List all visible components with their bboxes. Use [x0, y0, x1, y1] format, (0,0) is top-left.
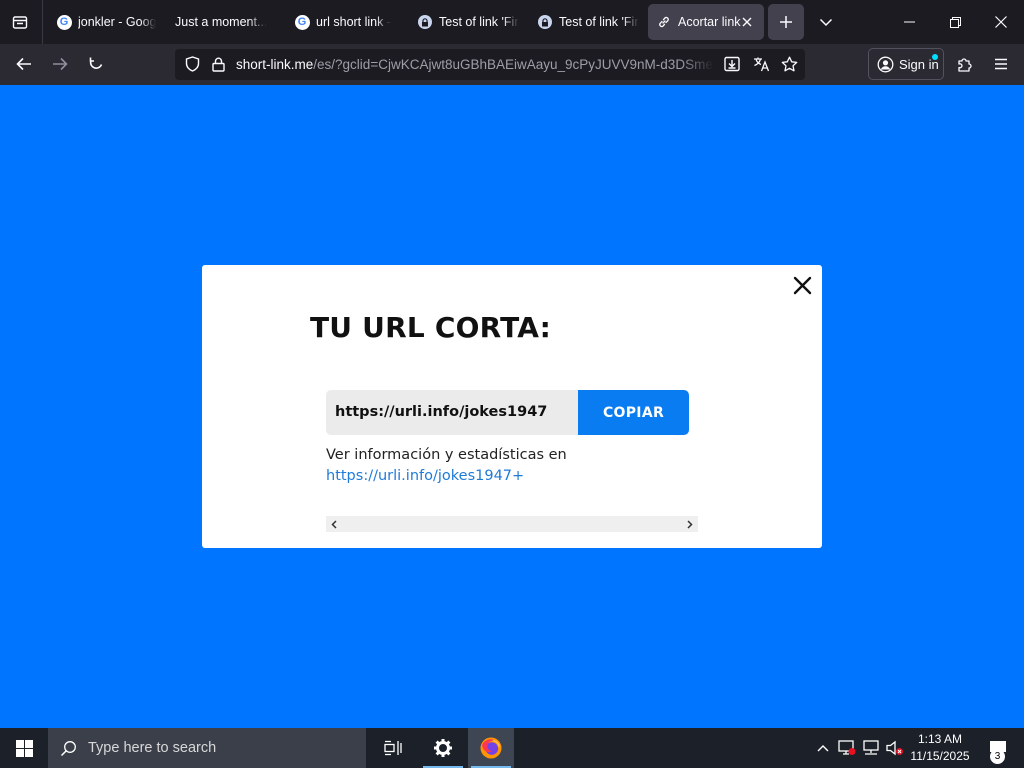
scroll-left-arrow-icon[interactable]: [326, 516, 342, 532]
show-hidden-icons-button[interactable]: [812, 728, 834, 768]
firefox-app-button[interactable]: [468, 728, 514, 768]
stats-prefix: Ver información y estadísticas en: [326, 447, 567, 463]
short-url-modal: TU URL CORTA: https://urli.info/jokes194…: [202, 265, 822, 548]
tab-title: Test of link 'Fin: [439, 15, 519, 29]
gear-icon: [434, 739, 452, 757]
address-bar[interactable]: short-link.me/es/?gclid=CjwKCAjwt8uGBhBA…: [175, 49, 805, 80]
volume-muted-icon: [886, 740, 903, 756]
copy-button[interactable]: COPIAR: [578, 390, 689, 435]
shield-icon[interactable]: [181, 53, 203, 75]
tab-separator: [42, 0, 43, 44]
tray-volume-button[interactable]: [884, 728, 906, 768]
sign-in-button[interactable]: Sign in: [868, 48, 944, 80]
lock-icon[interactable]: [207, 53, 229, 75]
translate-icon[interactable]: [749, 53, 773, 75]
firefox-view-icon: [12, 16, 28, 29]
extensions-button[interactable]: [950, 48, 980, 80]
taskbar-search-box[interactable]: Type here to search: [48, 728, 366, 768]
arrow-right-icon: [53, 57, 68, 71]
restore-icon: [949, 16, 961, 28]
scroll-right-arrow-icon[interactable]: [682, 516, 698, 532]
short-url-field[interactable]: https://urli.info/jokes1947: [326, 390, 579, 435]
minimize-button[interactable]: [886, 0, 932, 44]
google-icon: G: [294, 14, 310, 30]
restore-button[interactable]: [932, 0, 978, 44]
network-icon: [863, 740, 879, 755]
tab-title: jonkler - Goog: [78, 15, 156, 29]
tab-test-of-link-2[interactable]: Test of link 'Fin: [533, 4, 639, 40]
forward-button[interactable]: [44, 48, 76, 80]
chevron-down-icon: [819, 18, 833, 26]
clock-time: 1:13 AM: [917, 732, 963, 746]
lock-icon: [417, 14, 433, 30]
tray-network-button[interactable]: [860, 728, 882, 768]
settings-app-button[interactable]: [420, 728, 466, 768]
minimize-icon: [903, 21, 915, 23]
reload-icon: [89, 57, 103, 69]
new-tab-button[interactable]: [768, 4, 804, 40]
tab-title: url short link -: [316, 15, 392, 29]
task-view-icon: [384, 740, 402, 756]
hamburger-menu-icon: [995, 58, 1007, 70]
stats-link[interactable]: https://urli.info/jokes1947+: [326, 468, 524, 484]
arrow-left-icon: [16, 57, 31, 71]
url-path: /es/?gclid=CjwKCAjwt8uGBhBAEiwAayu_9cPyJ…: [313, 57, 714, 72]
search-placeholder: Type here to search: [88, 740, 217, 756]
close-icon: [793, 276, 811, 294]
link-icon: [656, 14, 672, 30]
stats-text: Ver información y estadísticas en https:…: [326, 445, 696, 487]
puzzle-icon: [957, 57, 972, 72]
tab-title: Test of link 'Fin: [559, 15, 639, 29]
modal-title: TU URL CORTA:: [310, 311, 552, 344]
tab-strip: G jonkler - Goog Just a moment... G url …: [0, 0, 1024, 44]
app-menu-button[interactable]: [986, 48, 1016, 80]
windows-logo-icon: [15, 739, 33, 757]
tab-acortar-link[interactable]: Acortar link: [648, 4, 764, 40]
tray-monitor-alert-button[interactable]: [836, 728, 858, 768]
windows-taskbar: Type here to search 1:13 AM 11/15/2025 3: [0, 728, 1024, 768]
firefox-icon: [480, 737, 502, 759]
search-icon: [48, 728, 88, 768]
reload-button[interactable]: [80, 48, 112, 80]
chevron-up-icon: [817, 745, 829, 752]
tab-title: Just a moment...: [175, 15, 268, 29]
url-text[interactable]: short-link.me/es/?gclid=CjwKCAjwt8uGBhBA…: [236, 49, 714, 80]
navigation-toolbar: short-link.me/es/?gclid=CjwKCAjwt8uGBhBA…: [0, 44, 1024, 85]
tab-url-short-link[interactable]: G url short link -: [290, 4, 394, 40]
tab-jonkler[interactable]: G jonkler - Goog: [52, 4, 156, 40]
bookmark-star-icon[interactable]: [777, 53, 801, 75]
save-to-pocket-icon[interactable]: [720, 53, 744, 75]
system-clock[interactable]: 1:13 AM 11/15/2025: [904, 731, 976, 765]
tab-just-a-moment[interactable]: Just a moment...: [170, 4, 274, 40]
clock-date: 11/15/2025: [910, 749, 970, 763]
firefox-view-button[interactable]: [0, 0, 40, 44]
close-tab-icon[interactable]: [738, 13, 756, 31]
tab-title: Acortar link: [678, 15, 741, 29]
close-icon: [995, 16, 1007, 28]
notification-dot: [932, 54, 938, 60]
tab-test-of-link-1[interactable]: Test of link 'Fin: [413, 4, 519, 40]
modal-close-button[interactable]: [790, 273, 814, 297]
back-button[interactable]: [8, 48, 40, 80]
url-host: short-link.me: [236, 57, 314, 72]
lock-icon: [537, 14, 553, 30]
plus-icon: [780, 16, 792, 28]
google-icon: G: [56, 14, 72, 30]
close-window-button[interactable]: [978, 0, 1024, 44]
monitor-alert-icon: [838, 740, 856, 755]
horizontal-scrollbar[interactable]: [326, 516, 698, 532]
list-all-tabs-button[interactable]: [810, 4, 842, 40]
start-button[interactable]: [0, 728, 48, 768]
task-view-button[interactable]: [370, 728, 416, 768]
notification-count-badge: 3: [990, 749, 1005, 764]
account-icon: [877, 56, 894, 72]
